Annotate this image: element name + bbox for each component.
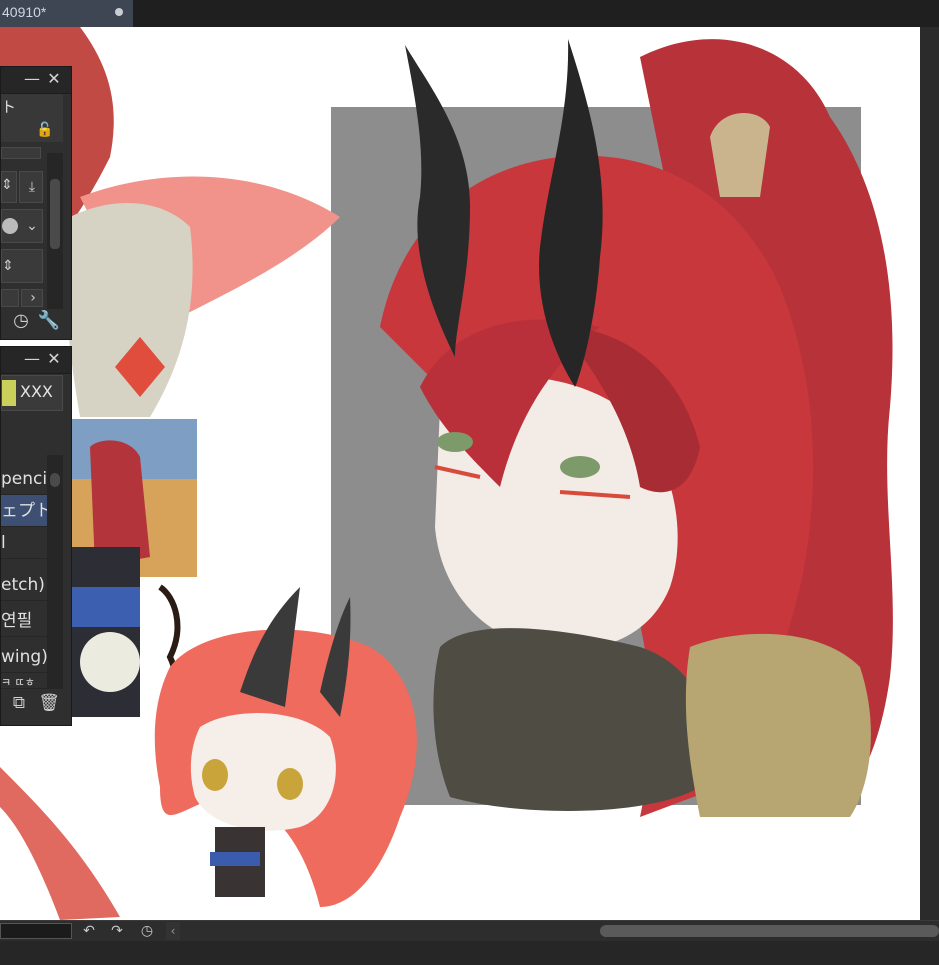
minimize-button[interactable]: —	[23, 349, 41, 369]
trash-icon[interactable]: 🗑	[37, 693, 61, 713]
chevron-down-icon[interactable]: ⌄	[24, 216, 40, 236]
stepper-field[interactable]: ⇕	[1, 249, 43, 283]
sub-tool-titlebar[interactable]: — ✕	[1, 347, 71, 374]
artwork	[0, 27, 893, 920]
scroll-left-icon[interactable]: ‹	[166, 922, 180, 940]
dial-icon[interactable]: ◷	[138, 922, 156, 940]
chevron-right-icon: ›	[30, 290, 36, 306]
sub-tool-palette: — ✕ XXX pencil ェプト l etch) 연필 wing) ㅋ ㄸㅎ…	[0, 346, 72, 726]
scrollbar-thumb[interactable]	[50, 473, 60, 487]
sub-tool-group[interactable]: XXX	[1, 375, 63, 411]
tool-property-titlebar[interactable]: — ✕	[1, 67, 71, 94]
group-color-chip	[2, 380, 16, 406]
brush-shape-select[interactable]: ⌄	[1, 209, 43, 243]
slider-field[interactable]	[1, 147, 41, 159]
zoom-field[interactable]	[0, 923, 72, 939]
tool-name-fragment: ト	[1, 98, 17, 116]
document-tab-title: 40910*	[2, 4, 47, 20]
close-button[interactable]: ✕	[45, 349, 63, 369]
dial-icon[interactable]: ◷	[9, 311, 33, 331]
download-button[interactable]: ⤓	[19, 171, 43, 203]
close-button[interactable]: ✕	[45, 69, 63, 89]
minimize-button[interactable]: —	[23, 69, 41, 89]
copy-plus-icon[interactable]: ⧉	[7, 693, 31, 713]
sub-tool-spacer	[1, 415, 63, 455]
redo-icon[interactable]: ↷	[108, 922, 126, 940]
undo-icon[interactable]: ↶	[80, 922, 98, 940]
document-tab-bar: 40910*	[0, 0, 939, 27]
scrollbar-thumb[interactable]	[50, 179, 60, 249]
brush-tip-preview	[2, 218, 18, 234]
sub-tool-scrollbar[interactable]	[47, 455, 63, 689]
value-field-2[interactable]	[1, 289, 19, 307]
document-tab[interactable]: 40910*	[0, 0, 133, 27]
wrench-icon[interactable]: 🔧	[37, 311, 61, 331]
unsaved-dot-icon[interactable]	[115, 8, 123, 16]
drawing-canvas[interactable]	[0, 27, 920, 920]
tool-property-palette: — ✕ ト 🔓 ⇕ ⤓ ⌄ ⇕ › ◷ 🔧	[0, 66, 72, 340]
sub-tool-group-name: XXX	[20, 382, 53, 401]
horizontal-scrollbar-thumb[interactable]	[600, 925, 939, 937]
tool-preview-area: ト 🔓	[1, 94, 63, 142]
expand-button[interactable]: ›	[21, 289, 43, 307]
lock-icon[interactable]: 🔓	[35, 120, 55, 140]
chevron-updown-icon[interactable]: ⇕	[1, 256, 16, 276]
navigator-bar: ↶ ↷ ◷ ‹	[0, 920, 939, 941]
download-icon: ⤓	[28, 179, 36, 195]
tool-property-scrollbar[interactable]	[47, 153, 63, 309]
canvas-edge	[920, 27, 939, 920]
chevron-updown-icon[interactable]: ⇕	[1, 175, 15, 195]
status-area	[0, 941, 939, 965]
